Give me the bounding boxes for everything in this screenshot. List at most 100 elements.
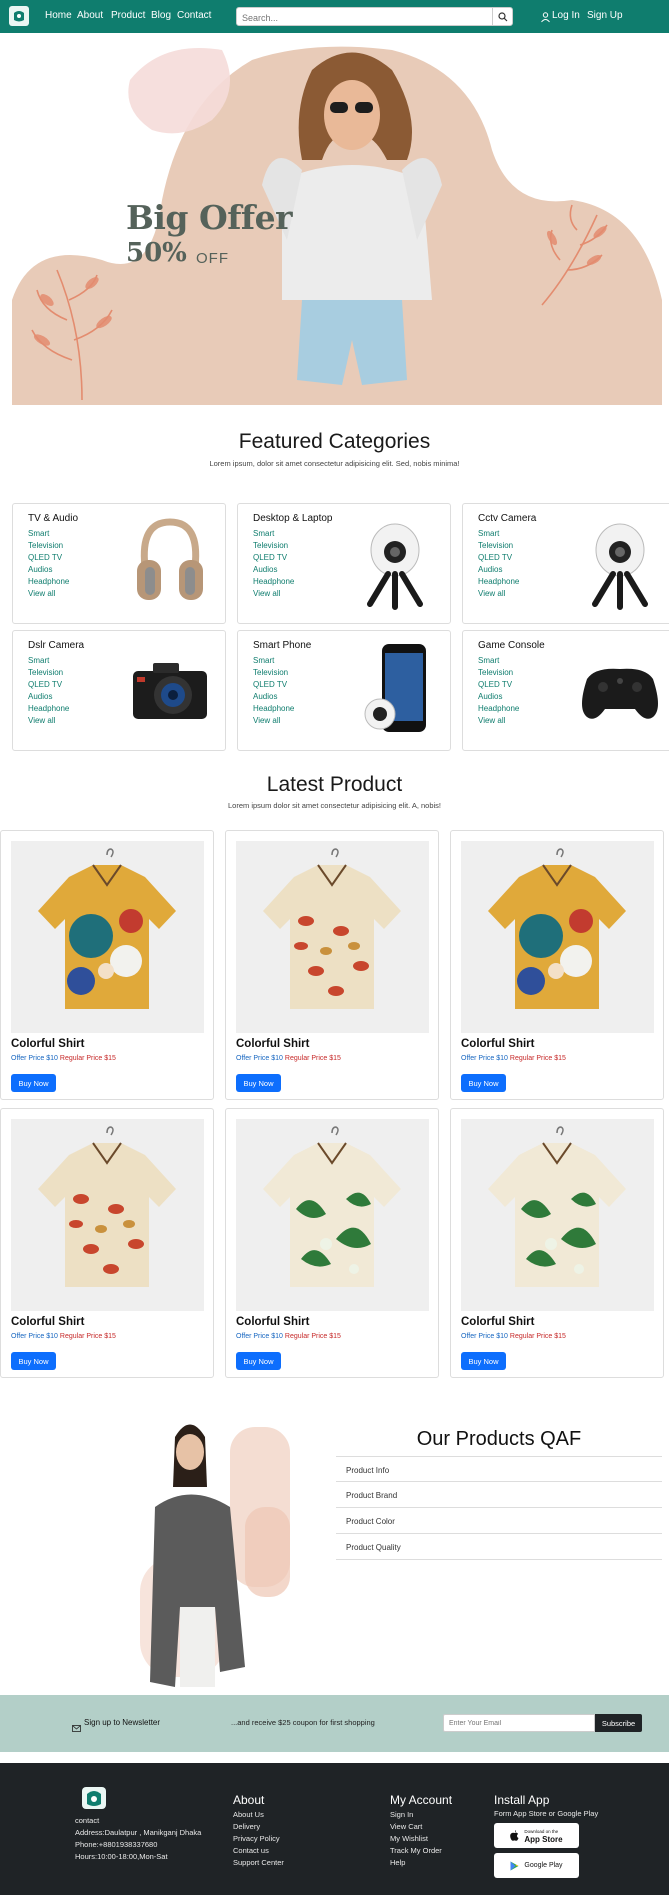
footer-about-link[interactable]: Support Center [233, 1857, 284, 1869]
category-card[interactable]: Cctv Camera Smart Television QLED TV Audios H… [462, 503, 669, 624]
category-link[interactable]: QLED TV [28, 679, 69, 691]
buy-now-button[interactable]: Buy Now [11, 1352, 56, 1370]
category-link[interactable]: Smart [478, 655, 519, 667]
buy-now-button[interactable]: Buy Now [11, 1074, 56, 1092]
google-play-button[interactable]: Google Play [494, 1853, 579, 1878]
category-link[interactable]: Audios [28, 564, 69, 576]
buy-now-button[interactable]: Buy Now [236, 1352, 281, 1370]
category-link[interactable]: QLED TV [253, 552, 294, 564]
category-link[interactable]: QLED TV [253, 679, 294, 691]
category-link[interactable]: Television [253, 540, 294, 552]
category-title: Smart Phone [253, 640, 312, 651]
category-link[interactable]: Headphone [253, 576, 294, 588]
nav-contact[interactable]: Contact [177, 10, 211, 21]
category-link[interactable]: Audios [253, 691, 294, 703]
signup-link[interactable]: Sign Up [587, 10, 623, 21]
hero-banner[interactable]: Big Offer 50% OFF [12, 40, 662, 406]
buy-now-button[interactable]: Buy Now [236, 1074, 281, 1092]
product-name: Colorful Shirt [236, 1038, 310, 1050]
regular-price: Regular Price $15 [509, 1055, 566, 1062]
footer-account-link[interactable]: Sign In [390, 1809, 413, 1821]
footer-account-link[interactable]: Track My Order [390, 1845, 442, 1857]
category-card[interactable]: Smart Phone Smart Television QLED TV Audios H… [237, 630, 451, 751]
category-link[interactable]: View all [28, 715, 69, 727]
product-card[interactable]: Colorful Shirt Offer Price $10 Regular Pr… [225, 1108, 439, 1378]
footer-about-link[interactable]: Privacy Policy [233, 1833, 280, 1845]
category-link[interactable]: View all [28, 588, 69, 600]
nav-about[interactable]: About [77, 10, 103, 21]
faq-item[interactable]: Product Info [336, 1456, 662, 1482]
category-link[interactable]: Headphone [478, 576, 519, 588]
category-link[interactable]: Headphone [478, 703, 519, 715]
category-link[interactable]: QLED TV [28, 552, 69, 564]
faq-question: Product Color [346, 1517, 395, 1526]
category-link[interactable]: Smart [28, 655, 69, 667]
category-card[interactable]: Dslr Camera Smart Television QLED TV Audios H… [12, 630, 226, 751]
featured-categories-title: Featured Categories [238, 430, 431, 453]
category-card[interactable]: TV & Audio Smart Television QLED TV Audios He… [12, 503, 226, 624]
footer-account-link[interactable]: Help [390, 1857, 405, 1869]
360-camera-image [575, 512, 665, 612]
product-card[interactable]: Colorful Shirt Offer Price $10 Regular Pr… [0, 1108, 214, 1378]
search-icon [497, 11, 507, 21]
category-link[interactable]: Smart [253, 655, 294, 667]
search-input[interactable] [237, 9, 487, 27]
nav-product[interactable]: Product [111, 10, 145, 21]
category-link[interactable]: View all [253, 588, 294, 600]
category-link[interactable]: QLED TV [478, 552, 519, 564]
buy-now-button[interactable]: Buy Now [461, 1352, 506, 1370]
category-link[interactable]: Smart [478, 528, 519, 540]
category-card[interactable]: Game Console Smart Television QLED TV Audios… [462, 630, 669, 751]
category-link[interactable]: View all [253, 715, 294, 727]
faq-item[interactable]: Product Quality [336, 1534, 662, 1560]
category-link[interactable]: Audios [478, 691, 519, 703]
category-link[interactable]: Audios [28, 691, 69, 703]
product-card[interactable]: Colorful Shirt Offer Price $10 Regular Pr… [225, 830, 439, 1100]
category-link[interactable]: Television [253, 667, 294, 679]
category-link[interactable]: Television [28, 667, 69, 679]
faq-item[interactable]: Product Color [336, 1508, 662, 1534]
product-price: Offer Price $10 Regular Price $15 [11, 1055, 116, 1062]
faq-question: Product Info [346, 1466, 390, 1475]
login-link[interactable]: Log In [552, 10, 580, 21]
hero-off: OFF [196, 250, 229, 267]
category-link[interactable]: Television [478, 667, 519, 679]
category-link[interactable]: Smart [253, 528, 294, 540]
category-link[interactable]: Headphone [28, 703, 69, 715]
nav-blog[interactable]: Blog [151, 10, 171, 21]
category-link[interactable]: Smart [28, 528, 69, 540]
search-button[interactable] [492, 8, 512, 25]
category-link[interactable]: View all [478, 588, 519, 600]
category-link[interactable]: Audios [478, 564, 519, 576]
shirt-image [11, 1119, 204, 1311]
category-card[interactable]: Desktop & Laptop Smart Television QLED TV Au… [237, 503, 451, 624]
faq-item[interactable]: Product Brand [336, 1482, 662, 1508]
newsletter-email-input[interactable] [443, 1714, 595, 1732]
footer-hours: Hours:10:00-18:00,Mon-Sat [75, 1852, 168, 1861]
shirt-image [236, 841, 429, 1033]
category-link[interactable]: Television [28, 540, 69, 552]
product-card[interactable]: Colorful Shirt Offer Price $10 Regular Pr… [450, 1108, 664, 1378]
footer-account-link[interactable]: View Cart [390, 1821, 422, 1833]
footer-about-link[interactable]: Contact us [233, 1845, 269, 1857]
category-links: Smart Television QLED TV Audios Headphone Vie… [478, 528, 519, 600]
product-card[interactable]: Colorful Shirt Offer Price $10 Regular Pr… [450, 830, 664, 1100]
footer-account-link[interactable]: My Wishlist [390, 1833, 428, 1845]
shirt-image [11, 841, 204, 1033]
category-link[interactable]: Audios [253, 564, 294, 576]
buy-now-button[interactable]: Buy Now [461, 1074, 506, 1092]
app-store-button[interactable]: Download on the App Store [494, 1823, 579, 1848]
footer-about-link[interactable]: Delivery [233, 1821, 260, 1833]
footer-about-link[interactable]: About Us [233, 1809, 264, 1821]
product-card[interactable]: Colorful Shirt Offer Price $10 Regular Pr… [0, 830, 214, 1100]
envelope-icon [72, 1719, 81, 1737]
category-link[interactable]: QLED TV [478, 679, 519, 691]
google-play-icon [510, 1861, 519, 1870]
category-link[interactable]: Headphone [28, 576, 69, 588]
category-link[interactable]: View all [478, 715, 519, 727]
nav-home[interactable]: Home [45, 10, 72, 21]
subscribe-button[interactable]: Subscribe [595, 1714, 642, 1732]
category-link[interactable]: Headphone [253, 703, 294, 715]
category-link[interactable]: Television [478, 540, 519, 552]
logo[interactable] [9, 6, 29, 26]
